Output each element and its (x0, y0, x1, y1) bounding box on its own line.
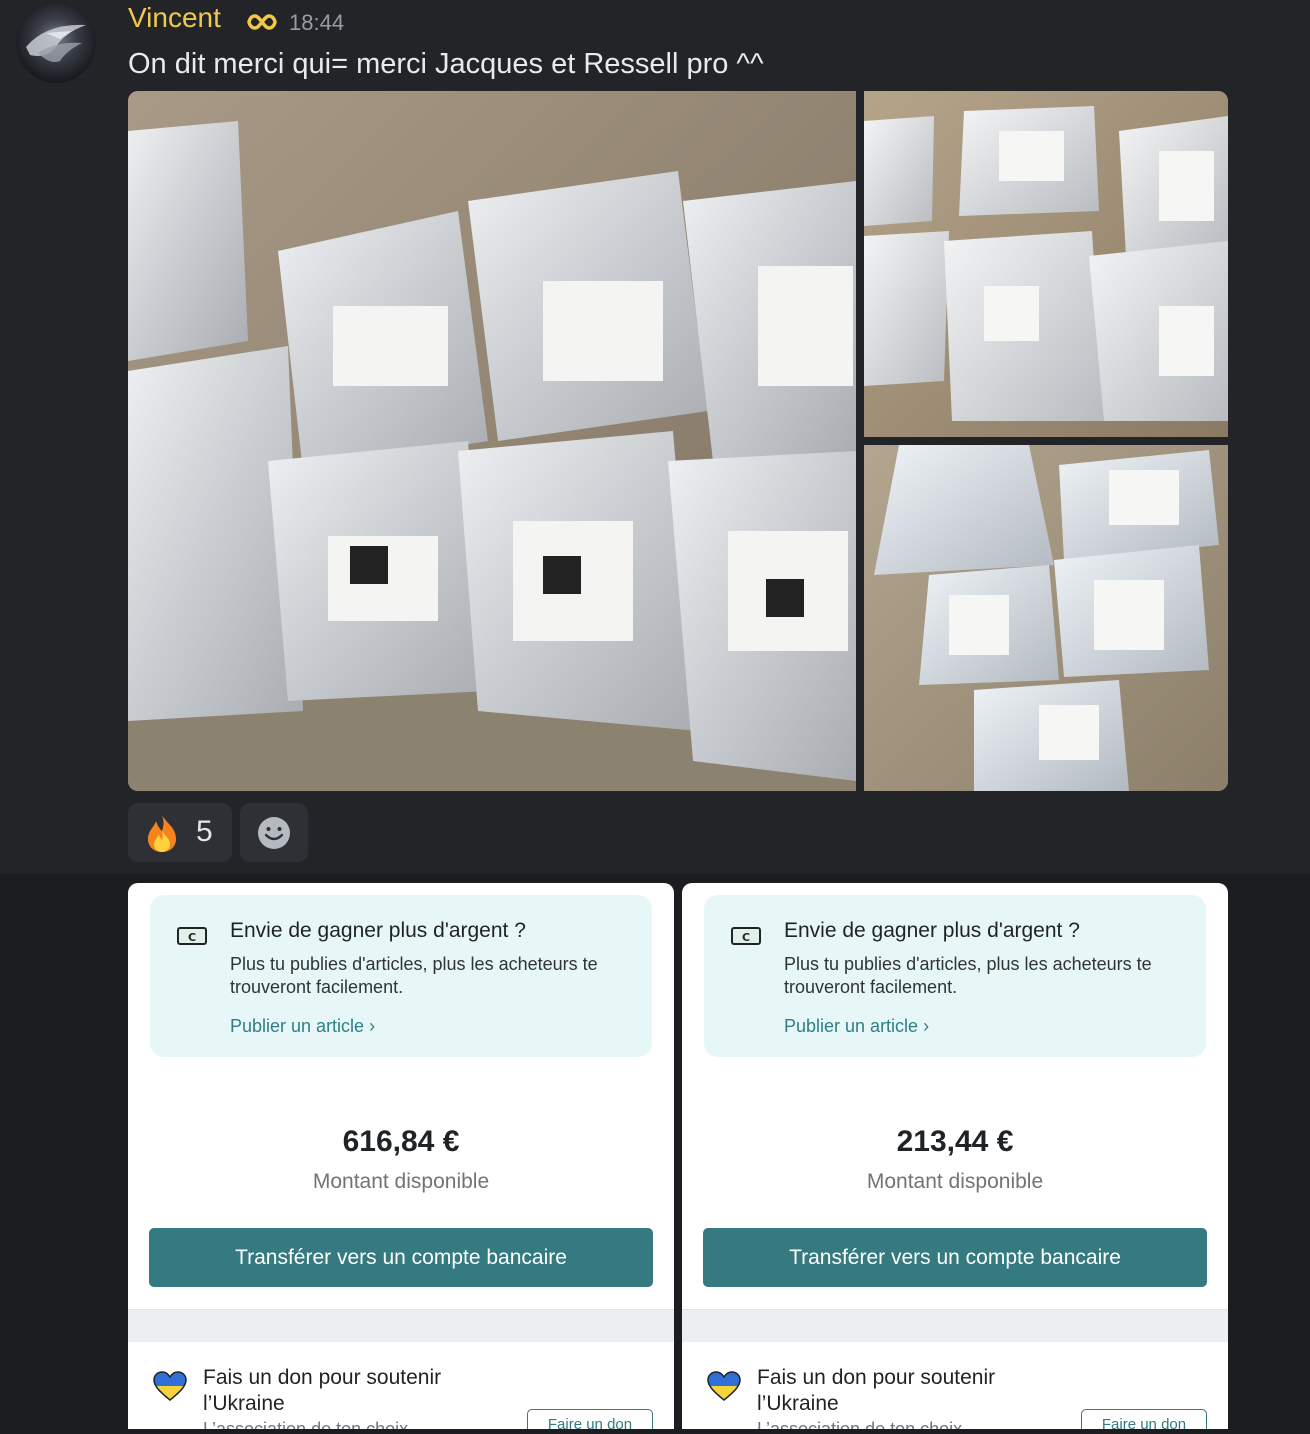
promo-body: Plus tu publies d'articles, plus les ach… (230, 954, 598, 997)
photo-parcels-bottom-right[interactable] (864, 445, 1228, 791)
svg-text:C: C (188, 931, 196, 944)
publish-article-link[interactable]: Publier un article › (784, 1016, 929, 1037)
message-timestamp: 18:44 (289, 10, 345, 35)
donate-button[interactable]: Faire un don (527, 1409, 653, 1429)
reaction-count: 5 (196, 815, 213, 848)
photo-parcels-top-right[interactable] (864, 91, 1228, 437)
donate-button[interactable]: Faire un don (1081, 1409, 1207, 1429)
balance-amount: 213,44 € (896, 1125, 1014, 1158)
chevron-right-icon: › (369, 1016, 376, 1036)
user-avatar[interactable] (16, 3, 96, 83)
balance-label: Montant disponible (866, 1170, 1044, 1193)
donation-title: Fais un don pour soutenir l’Ukraine (757, 1366, 996, 1415)
section-divider (682, 1309, 1228, 1342)
banknote-icon: C (177, 927, 207, 945)
promo-body: Plus tu publies d'articles, plus les ach… (784, 954, 1152, 997)
promo-banner: C Envie de gagner plus d'argent ? Plus t… (704, 895, 1206, 1057)
donation-subtitle: L’association de ton choix (757, 1419, 963, 1429)
infinity-icon (247, 14, 277, 30)
section-divider (128, 1309, 674, 1342)
promo-title: Envie de gagner plus d'argent ? (784, 919, 1080, 942)
avatar-logo-icon (26, 24, 86, 62)
promo-banner: C Envie de gagner plus d'argent ? Plus t… (150, 895, 652, 1057)
balance-amount: 616,84 € (342, 1125, 460, 1158)
message-text: On dit merci qui= merci Jacques et Resse… (128, 48, 764, 80)
transfer-button[interactable]: Transférer vers un compte bancaire (149, 1228, 653, 1287)
ukraine-heart-icon (707, 1371, 741, 1401)
ukraine-heart-icon (153, 1371, 187, 1401)
fire-emoji-icon (148, 815, 176, 852)
wallet-screenshot-2: C Envie de gagner plus d'argent ? Plus t… (682, 883, 1228, 1429)
donation-title: Fais un don pour soutenir l’Ukraine (203, 1366, 442, 1415)
promo-title: Envie de gagner plus d'argent ? (230, 919, 526, 942)
chevron-right-icon: › (923, 1016, 930, 1036)
wallet-screenshot-1: C Envie de gagner plus d'argent ? Plus t… (128, 883, 674, 1429)
username[interactable]: Vincent (128, 2, 221, 34)
svg-text:C: C (742, 931, 750, 944)
publish-article-link[interactable]: Publier un article › (230, 1016, 375, 1037)
reaction-fire[interactable]: 5 (128, 803, 232, 862)
donation-subtitle: L’association de ton choix (203, 1419, 409, 1429)
message-container: Vincent 18:44 On dit merci qui= merci Ja… (0, 0, 1310, 874)
add-reaction-button[interactable] (240, 803, 308, 862)
transfer-button[interactable]: Transférer vers un compte bancaire (703, 1228, 1207, 1287)
balance-label: Montant disponible (312, 1170, 490, 1193)
banknote-icon: C (731, 927, 761, 945)
photo-parcels-large[interactable] (128, 91, 856, 791)
smiley-icon (258, 817, 290, 849)
